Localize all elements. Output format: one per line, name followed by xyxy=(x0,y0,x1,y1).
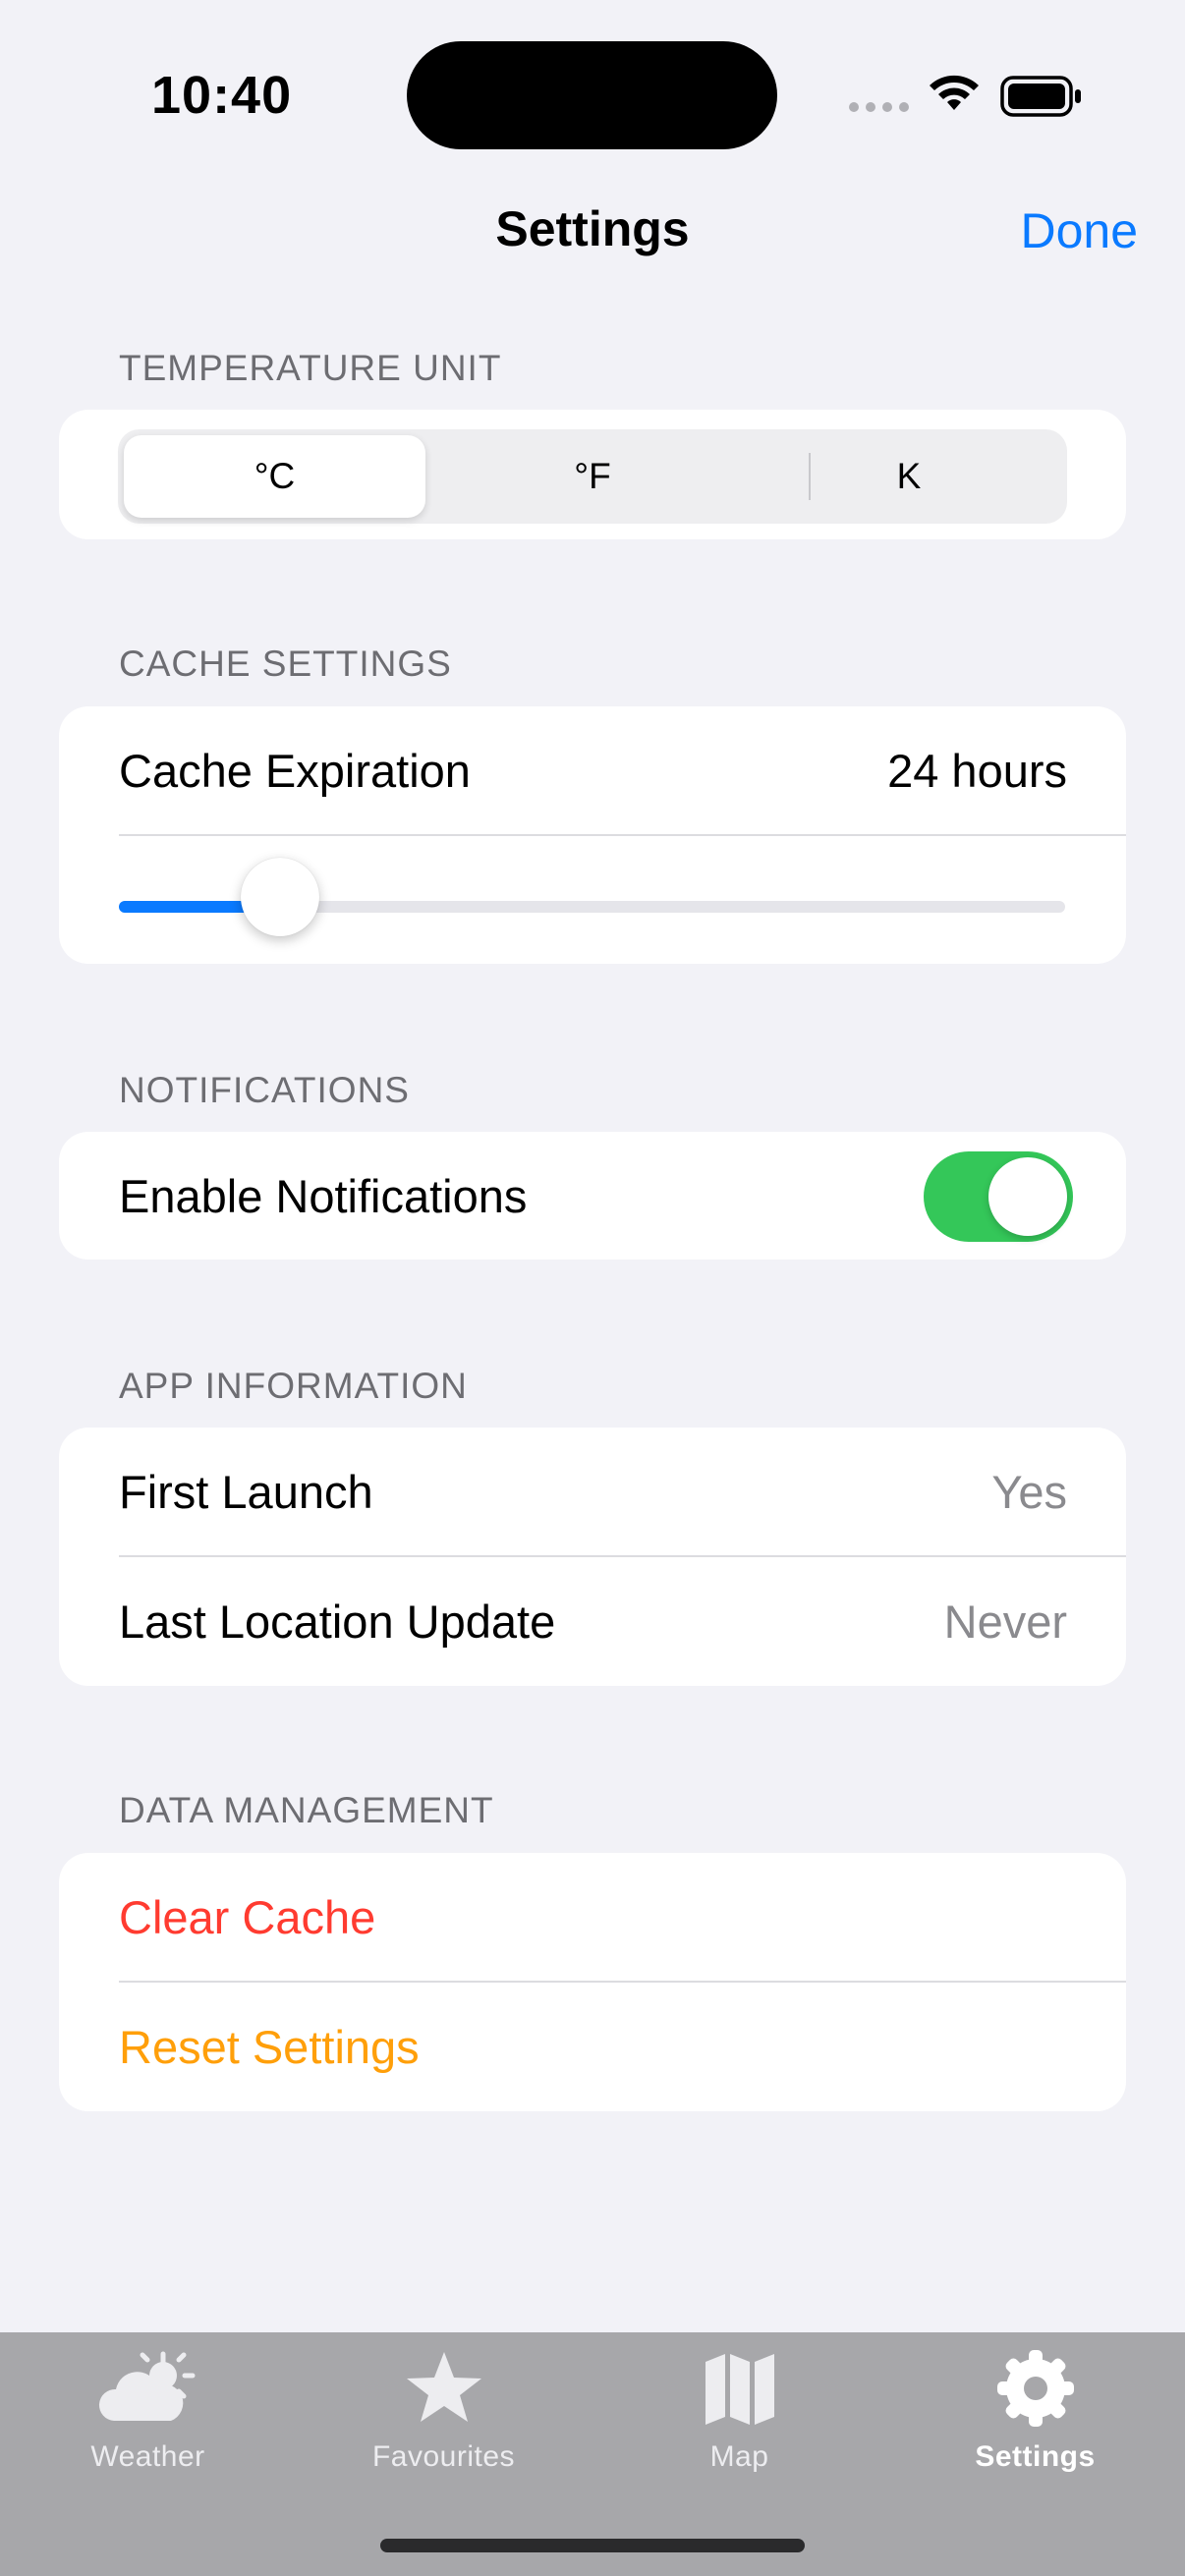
clear-cache-button[interactable]: Clear Cache xyxy=(119,1890,1067,1944)
last-location-update-row: Last Location Update Never xyxy=(119,1595,1067,1649)
map-icon xyxy=(705,2354,774,2425)
cloud-sun-icon xyxy=(98,2351,195,2421)
tab-weather[interactable]: Weather xyxy=(0,2332,296,2529)
last-location-update-label: Last Location Update xyxy=(119,1596,556,1648)
cache-expiration-row: Cache Expiration 24 hours xyxy=(119,744,1067,798)
tab-bar: Weather Favourites Map Settings xyxy=(0,2332,1185,2576)
cache-settings-header: CACHE SETTINGS xyxy=(119,644,452,684)
wifi-icon xyxy=(930,75,979,110)
temperature-unit-picker: °C °F K xyxy=(118,429,1067,524)
cache-expiration-label: Cache Expiration xyxy=(119,745,471,797)
tab-map-label: Map xyxy=(709,2440,769,2473)
reset-settings-button[interactable]: Reset Settings xyxy=(119,2020,1067,2074)
divider xyxy=(119,834,1126,836)
data-management-card: Clear Cache Reset Settings xyxy=(59,1853,1126,2111)
notifications-toggle[interactable] xyxy=(924,1151,1073,1242)
first-launch-value: Yes xyxy=(991,1466,1067,1518)
dynamic-island xyxy=(407,41,777,149)
tab-favourites[interactable]: Favourites xyxy=(296,2332,592,2529)
home-indicator xyxy=(380,2539,805,2552)
notifications-card: Enable Notifications xyxy=(59,1132,1126,1260)
last-location-update-value: Never xyxy=(943,1596,1067,1648)
segment-celsius[interactable]: °C xyxy=(124,435,425,518)
star-icon xyxy=(406,2352,481,2422)
battery-icon xyxy=(1000,76,1081,117)
status-time: 10:40 xyxy=(151,66,293,125)
segment-kelvin[interactable]: K xyxy=(751,429,1067,524)
tab-settings-label: Settings xyxy=(975,2440,1096,2473)
slider-thumb[interactable] xyxy=(241,858,319,936)
enable-notifications-label: Enable Notifications xyxy=(119,1170,528,1222)
cache-expiration-value: 24 hours xyxy=(887,745,1067,797)
settings-screen: 10:40 Settings Done TEMPERATURE UNIT °C … xyxy=(0,0,1185,2576)
divider xyxy=(119,1555,1126,1557)
segment-fahrenheit[interactable]: °F xyxy=(434,429,751,524)
tab-favourites-label: Favourites xyxy=(371,2440,516,2473)
cellular-signal-icon xyxy=(849,102,909,112)
data-management-header: DATA MANAGEMENT xyxy=(119,1790,494,1830)
toggle-knob xyxy=(988,1157,1067,1236)
cache-settings-card: Cache Expiration 24 hours xyxy=(59,706,1126,964)
gear-icon xyxy=(996,2350,1074,2427)
app-information-card: First Launch Yes Last Location Update Ne… xyxy=(59,1428,1126,1686)
app-information-header: APP INFORMATION xyxy=(119,1366,468,1406)
tab-settings[interactable]: Settings xyxy=(887,2332,1183,2529)
first-launch-label: First Launch xyxy=(119,1466,373,1518)
temperature-unit-header: TEMPERATURE UNIT xyxy=(119,348,502,388)
first-launch-row: First Launch Yes xyxy=(119,1465,1067,1519)
tab-map[interactable]: Map xyxy=(592,2332,887,2529)
tab-weather-label: Weather xyxy=(90,2440,205,2473)
temperature-unit-card: °C °F K xyxy=(59,410,1126,539)
divider xyxy=(119,1981,1126,1983)
page-title: Settings xyxy=(495,201,690,256)
notifications-header: NOTIFICATIONS xyxy=(119,1070,410,1110)
done-button[interactable]: Done xyxy=(1020,202,1138,259)
